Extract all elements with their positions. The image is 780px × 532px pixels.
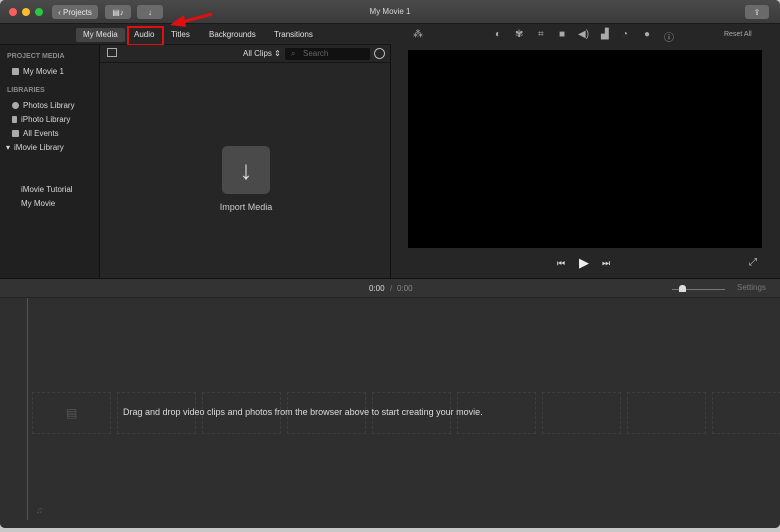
timeline-hint: Drag and drop video clips and photos fro… <box>123 407 483 417</box>
share-icon: ⇪ <box>753 7 761 17</box>
iphoto-icon <box>12 116 17 123</box>
disclosure-triangle-icon: ▾ <box>6 143 11 152</box>
photos-icon <box>12 102 19 109</box>
sidebar-toggle-icon[interactable] <box>107 48 117 57</box>
clip-placeholder <box>542 392 621 434</box>
clips-filter-select[interactable]: All Clips ⇕ <box>243 49 281 58</box>
film-icon: ▤ <box>66 406 78 420</box>
libraries-sidebar: PROJECT MEDIA My Movie 1 LIBRARIES Photo… <box>0 45 100 278</box>
project-media-header: PROJECT MEDIA <box>7 53 65 60</box>
skip-forward-icon[interactable]: ⏭ <box>602 258 610 269</box>
browser-toolbar: All Clips ⇕ Search ⌕ <box>100 45 391 63</box>
sidebar-item-my-movie-1[interactable]: My Movie 1 <box>12 67 64 76</box>
sidebar-item-imovie-library[interactable]: ▾ iMovie Library <box>6 143 64 152</box>
color-palette-icon[interactable]: ✾ <box>515 29 523 40</box>
window-title: My Movie 1 <box>369 7 411 16</box>
clip-placeholder: ▤ <box>32 392 111 434</box>
tab-transitions[interactable]: Transitions <box>267 28 320 42</box>
tab-my-media[interactable]: My Media <box>76 28 125 42</box>
tab-backgrounds[interactable]: Backgrounds <box>202 28 263 42</box>
audio-tab-highlight <box>127 26 164 46</box>
libraries-header: LIBRARIES <box>7 87 45 94</box>
search-input[interactable]: Search <box>285 48 370 60</box>
sidebar-item-all-events[interactable]: All Events <box>12 129 59 138</box>
color-balance-icon[interactable]: ◐ <box>495 29 501 40</box>
skip-back-icon[interactable]: ⏮ <box>557 258 565 269</box>
fullscreen-icon[interactable]: ⤢ <box>749 257 757 268</box>
import-media-label: Import Media <box>219 202 273 212</box>
arrow-down-icon: ↓ <box>239 154 253 185</box>
sidebar-item-photos-library[interactable]: Photos Library <box>12 101 75 110</box>
equalizer-icon[interactable]: ▟ <box>601 29 609 40</box>
music-note-icon: ♫ <box>36 505 43 515</box>
timeline-header: 0:00 / 0:00 Settings <box>0 278 780 298</box>
time-separator: / <box>390 284 393 293</box>
current-time: 0:00 <box>369 284 385 293</box>
clip-placeholder <box>712 392 780 434</box>
timeline: ▤ Drag and drop video clips and photos f… <box>0 298 780 528</box>
playhead[interactable] <box>27 298 28 520</box>
total-time: 0:00 <box>397 284 413 293</box>
share-button[interactable]: ⇪ <box>745 5 769 19</box>
speed-icon[interactable]: ◔ <box>622 29 628 40</box>
viewer: ⁂ ◐ ✾ ⌗ ■ ◀) ▟ ◔ ● ⓘ Reset All ⏮ ▶ ⏭ ⤢ <box>391 24 780 278</box>
red-arrow-annotation <box>170 12 213 27</box>
star-icon <box>12 130 19 137</box>
media-browser: All Clips ⇕ Search ⌕ ↓ Import Media <box>100 45 391 278</box>
timeline-settings-button[interactable]: Settings <box>737 283 766 292</box>
play-icon[interactable]: ▶ <box>579 255 589 271</box>
sidebar-item-my-movie[interactable]: My Movie <box>21 199 55 208</box>
magic-wand-icon[interactable]: ⁂ <box>413 29 423 40</box>
sidebar-item-iphoto-library[interactable]: iPhoto Library <box>12 115 70 124</box>
crop-icon[interactable]: ⌗ <box>538 29 544 40</box>
clapper-icon <box>12 68 19 75</box>
imovie-window: ‹ Projects ▤♪ ↓ My Movie 1 ⇪ My Media Au… <box>0 0 780 528</box>
import-media-button[interactable]: ↓ <box>222 146 270 194</box>
clip-placeholder <box>627 392 706 434</box>
settings-icon[interactable] <box>374 48 385 59</box>
stabilization-icon[interactable]: ■ <box>559 29 565 40</box>
volume-icon[interactable]: ◀) <box>578 29 589 40</box>
search-icon: ⌕ <box>291 49 296 58</box>
title-bar: ‹ Projects ▤♪ ↓ My Movie 1 ⇪ <box>0 0 780 24</box>
reset-all-button[interactable]: Reset All <box>724 31 752 38</box>
sidebar-item-imovie-tutorial[interactable]: iMovie Tutorial <box>21 185 73 194</box>
zoom-slider-thumb[interactable] <box>679 285 686 292</box>
info-icon[interactable]: ⓘ <box>664 29 674 44</box>
filter-icon[interactable]: ● <box>644 29 650 40</box>
video-preview <box>408 50 762 248</box>
tab-titles[interactable]: Titles <box>164 28 197 42</box>
